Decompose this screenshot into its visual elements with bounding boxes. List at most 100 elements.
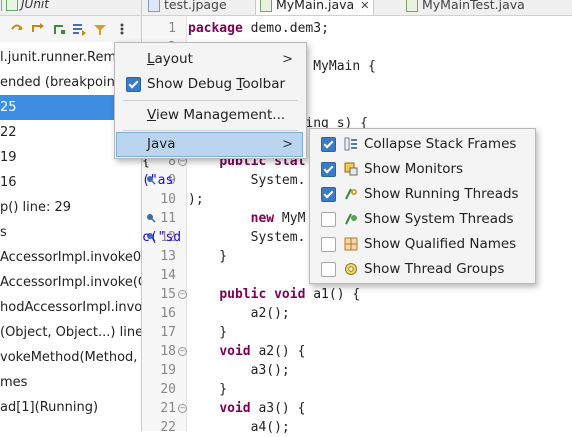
- code-line: public void a1() {: [188, 285, 360, 304]
- view-menu-popup: Layout > Show Debug Toolbar View Managem…: [114, 42, 307, 159]
- code-text: MyM: [274, 211, 306, 226]
- line-number: 13: [160, 249, 176, 264]
- view-menu-icon[interactable]: [118, 22, 126, 36]
- line-number: 17: [160, 325, 176, 340]
- menu-item-collapse-stack-frames[interactable]: Collapse Stack Frames: [312, 132, 531, 157]
- menu-item-label: Layout: [147, 51, 193, 67]
- jpage-file-icon: [148, 0, 160, 12]
- menu-item-label: Java: [147, 136, 176, 152]
- menu-item-show-system-threads[interactable]: Show System Threads: [312, 207, 531, 232]
- debug-tree-row[interactable]: mes: [0, 370, 27, 395]
- fold-toggle-icon[interactable]: −: [178, 404, 187, 413]
- debug-tree-row[interactable]: 16: [0, 170, 17, 195]
- debug-tree-row[interactable]: ad[1](Running): [0, 395, 98, 420]
- debug-tree-row[interactable]: 19: [0, 145, 17, 170]
- menu-item-show-running-threads[interactable]: Show Running Threads: [312, 182, 531, 207]
- code-line: }: [188, 323, 227, 342]
- debug-tree-row[interactable]: p() line: 29: [0, 195, 71, 220]
- junit-tab[interactable]: JUnit: [0, 0, 49, 15]
- code-text: a3();: [188, 363, 290, 378]
- debug-tree-row[interactable]: vokeMethod(Method, O: [0, 345, 141, 370]
- chevron-right-icon: >: [282, 52, 293, 67]
- monitor-icon: [344, 162, 358, 176]
- tab-test-jpage[interactable]: test.jpage: [148, 0, 227, 15]
- tab-label: MyMainTest.java: [422, 0, 525, 12]
- debug-tree-row[interactable]: (Object, Object...) line:: [0, 320, 141, 345]
- code-keyword: void: [219, 401, 251, 416]
- menu-item-label: View Management...: [147, 107, 286, 123]
- system-thread-icon: [345, 213, 357, 225]
- menu-item-view-management[interactable]: View Management...: [117, 103, 302, 128]
- checkbox-checked[interactable]: [321, 187, 336, 202]
- chevron-right-icon: >: [282, 137, 293, 152]
- code-line: void a3() {: [188, 399, 305, 418]
- drop-to-frame-icon[interactable]: [72, 22, 86, 36]
- step-return-icon[interactable]: [52, 22, 66, 36]
- line-number: 14: [160, 268, 176, 283]
- code-text: demo.dem3;: [242, 21, 329, 36]
- checkbox-unchecked[interactable]: [321, 212, 336, 227]
- editor-tabbar: test.jpage MyMain.java ✕ MyMainTest.java: [142, 0, 572, 16]
- debug-tree-row[interactable]: AccessorImpl.invoke(O: [0, 270, 141, 295]
- debug-tree-row[interactable]: hodAccessorImpl.invo: [0, 295, 141, 320]
- code-keyword: package: [188, 21, 243, 36]
- tab-mymain-java[interactable]: MyMain.java ✕: [255, 0, 375, 15]
- menu-item-show-debug-toolbar[interactable]: Show Debug Toolbar: [117, 72, 302, 97]
- line-number: 1: [168, 21, 176, 36]
- code-line: }: [188, 247, 227, 266]
- code-text: a2() {: [250, 344, 306, 359]
- java-file-icon: [406, 0, 418, 12]
- code-text: a1() {: [305, 287, 361, 302]
- code-text: a3() {: [250, 401, 306, 416]
- thread-group-icon: [345, 263, 357, 275]
- stack-frames-icon: [344, 137, 357, 151]
- debug-tree-row[interactable]: AccessorImpl.invoke0(l: [0, 245, 141, 270]
- code-line: new MyM: [188, 209, 306, 228]
- menu-item-label: Show Qualified Names: [364, 236, 517, 252]
- menu-item-show-qualified-names[interactable]: Show Qualified Names: [312, 232, 531, 257]
- code-line: );: [188, 190, 204, 209]
- code-keyword: void: [219, 344, 251, 359]
- debug-tree-row[interactable]: 22: [0, 120, 17, 145]
- code-text: }: [188, 382, 228, 397]
- junit-tab-label: JUnit: [21, 0, 49, 11]
- tab-mymaintest-java[interactable]: MyMainTest.java: [406, 0, 525, 15]
- checkbox-checked[interactable]: [321, 162, 336, 177]
- line-number: 20: [160, 382, 176, 397]
- menu-item-label: Show System Threads: [364, 211, 514, 227]
- java-file-icon: [260, 0, 272, 12]
- line-number: 21: [160, 401, 176, 416]
- debug-tree-row[interactable]: l.junit.runner.Remo: [0, 45, 124, 70]
- tab-divider: [1, 0, 2, 11]
- menu-item-show-thread-groups[interactable]: Show Thread Groups: [312, 257, 531, 282]
- breakpoint-icon[interactable]: [146, 213, 156, 223]
- fold-toggle-icon[interactable]: −: [178, 347, 187, 356]
- fold-toggle-icon[interactable]: −: [178, 290, 187, 299]
- use-step-filters-icon[interactable]: [93, 22, 107, 36]
- code-line: a4();: [188, 418, 290, 437]
- step-over-icon[interactable]: [31, 22, 45, 36]
- checkbox-checked[interactable]: [321, 137, 336, 152]
- menu-item-layout[interactable]: Layout >: [117, 47, 302, 72]
- debug-tree-row[interactable]: s: [0, 220, 7, 245]
- line-number: 22: [160, 420, 176, 435]
- menu-item-show-monitors[interactable]: Show Monitors: [312, 157, 531, 182]
- code-line: a3();: [188, 361, 290, 380]
- debug-tree-row[interactable]: ended (breakpoint: [0, 70, 120, 95]
- close-icon[interactable]: ✕: [360, 0, 369, 12]
- menu-separator: [123, 100, 298, 101]
- code-line: }: [188, 380, 227, 399]
- menu-item-label: Show Running Threads: [364, 186, 519, 202]
- checkbox-unchecked[interactable]: [321, 262, 336, 277]
- menu-item-java[interactable]: Java >: [116, 132, 303, 157]
- debug-toolbar: [0, 16, 141, 42]
- checkbox-unchecked[interactable]: [321, 237, 336, 252]
- menu-item-label: Show Monitors: [364, 161, 464, 177]
- debug-view-tabbar: JUnit: [0, 0, 141, 16]
- running-thread-icon: [345, 188, 357, 200]
- checkbox-checked[interactable]: [126, 77, 141, 92]
- junit-icon: [6, 0, 18, 11]
- step-into-icon[interactable]: [10, 22, 24, 36]
